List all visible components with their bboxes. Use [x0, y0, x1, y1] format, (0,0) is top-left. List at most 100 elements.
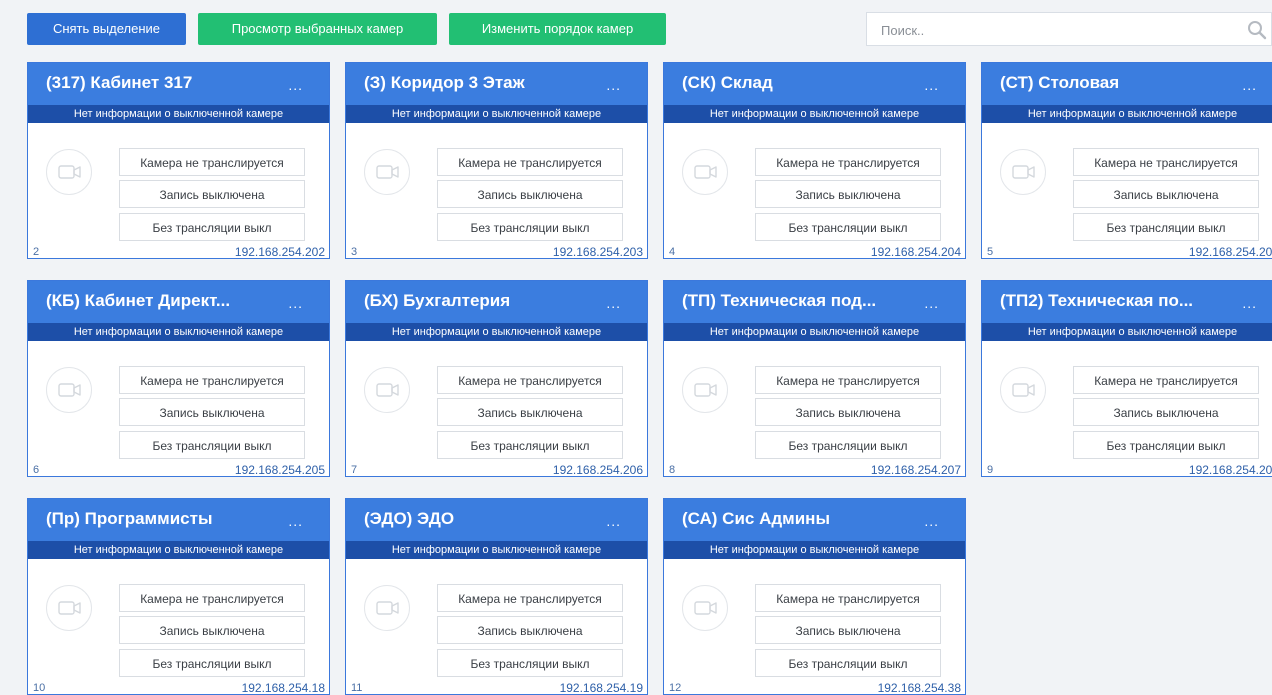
change-camera-order-button[interactable]: Изменить порядок камер [449, 13, 666, 45]
no-stream-status: Без трансляции выкл [755, 213, 941, 241]
camera-number: 2 [33, 246, 40, 258]
camera-menu-button[interactable]: ... [288, 77, 303, 93]
camera-placeholder [1000, 367, 1046, 413]
recording-status: Запись выключена [119, 616, 305, 644]
camera-card-header: (БХ) Бухгалтерия... [346, 281, 647, 323]
camera-card[interactable]: (СТ) Столовая... Нет информации о выключе… [981, 62, 1272, 259]
camera-card[interactable]: (СК) Склад... Нет информации о выключенно… [663, 62, 966, 259]
view-selected-cameras-button[interactable]: Просмотр выбранных камер [198, 13, 437, 45]
camera-card-header: (СА) Сис Админы... [664, 499, 965, 541]
camera-ip: 192.168.254.208 [1188, 463, 1272, 477]
camera-menu-button[interactable]: ... [606, 513, 621, 529]
camera-off-info: Нет информации о выключенной камере [982, 105, 1272, 123]
camera-number: 5 [987, 246, 994, 258]
stream-status: Камера не транслируется [119, 584, 305, 612]
camera-card[interactable]: (ЭДО) ЭДО... Нет информации о выключенной… [345, 498, 648, 695]
camera-off-info: Нет информации о выключенной камере [664, 541, 965, 559]
camera-title: (БХ) Бухгалтерия [364, 291, 511, 310]
camera-number: 8 [669, 464, 676, 476]
camera-number: 11 [351, 682, 363, 694]
camera-placeholder [1000, 149, 1046, 195]
stream-status: Камера не транслируется [1073, 148, 1259, 176]
camera-card-header: (КБ) Кабинет Директ...... [28, 281, 329, 323]
no-stream-status: Без трансляции выкл [119, 649, 305, 677]
no-stream-status: Без трансляции выкл [437, 431, 623, 459]
camera-placeholder [682, 585, 728, 631]
camera-off-info: Нет информации о выключенной камере [982, 323, 1272, 341]
video-camera-icon [1012, 383, 1035, 397]
camera-placeholder [364, 585, 410, 631]
camera-number: 3 [351, 246, 358, 258]
camera-menu-button[interactable]: ... [1242, 77, 1257, 93]
recording-status: Запись выключена [755, 398, 941, 426]
no-stream-status: Без трансляции выкл [1073, 213, 1259, 241]
camera-menu-button[interactable]: ... [288, 295, 303, 311]
stream-status: Камера не транслируется [755, 366, 941, 394]
no-stream-status: Без трансляции выкл [755, 431, 941, 459]
recording-status: Запись выключена [755, 616, 941, 644]
video-camera-icon [694, 383, 717, 397]
camera-card[interactable]: (ТП2) Техническая по...... Нет информации… [981, 280, 1272, 477]
camera-placeholder [682, 149, 728, 195]
camera-card[interactable]: (КБ) Кабинет Директ...... Нет информации … [27, 280, 330, 477]
deselect-button[interactable]: Снять выделение [27, 13, 186, 45]
camera-menu-button[interactable]: ... [1242, 295, 1257, 311]
video-camera-icon [58, 601, 81, 615]
recording-status: Запись выключена [437, 398, 623, 426]
video-camera-icon [376, 601, 399, 615]
camera-title: (З) Коридор 3 Этаж [364, 73, 525, 92]
camera-menu-button[interactable]: ... [924, 77, 939, 93]
camera-card[interactable]: (317) Кабинет 317... Нет информации о вык… [27, 62, 330, 259]
camera-title: (317) Кабинет 317 [46, 73, 193, 92]
search-input[interactable] [879, 13, 1243, 47]
camera-number: 10 [33, 682, 46, 694]
camera-title: (ТП) Техническая под... [682, 291, 877, 310]
camera-menu-button[interactable]: ... [288, 513, 303, 529]
camera-menu-button[interactable]: ... [924, 513, 939, 529]
video-camera-icon [694, 601, 717, 615]
camera-ip: 192.168.254.207 [870, 463, 961, 477]
camera-menu-button[interactable]: ... [606, 77, 621, 93]
camera-number: 12 [669, 682, 682, 694]
camera-menu-button[interactable]: ... [606, 295, 621, 311]
recording-status: Запись выключена [1073, 398, 1259, 426]
camera-card[interactable]: (З) Коридор 3 Этаж... Нет информации о вы… [345, 62, 648, 259]
camera-off-info: Нет информации о выключенной камере [664, 105, 965, 123]
toolbar: Снять выделение Просмотр выбранных камер… [0, 0, 1272, 62]
camera-menu-button[interactable]: ... [924, 295, 939, 311]
camera-off-info: Нет информации о выключенной камере [28, 105, 329, 123]
no-stream-status: Без трансляции выкл [437, 649, 623, 677]
camera-card[interactable]: (БХ) Бухгалтерия... Нет информации о выкл… [345, 280, 648, 477]
stream-status: Камера не транслируется [1073, 366, 1259, 394]
camera-ip: 192.168.254.205 [234, 463, 325, 477]
camera-card-header: (ТП2) Техническая по...... [982, 281, 1272, 323]
camera-number: 4 [669, 246, 676, 258]
camera-title: (СК) Склад [682, 73, 773, 92]
video-camera-icon [1012, 165, 1035, 179]
no-stream-status: Без трансляции выкл [437, 213, 623, 241]
video-camera-icon [376, 383, 399, 397]
camera-card[interactable]: (СА) Сис Админы... Нет информации о выклю… [663, 498, 966, 695]
stream-status: Камера не транслируется [437, 148, 623, 176]
camera-off-info: Нет информации о выключенной камере [664, 323, 965, 341]
camera-number: 6 [33, 464, 40, 476]
search-icon[interactable] [1247, 20, 1267, 40]
camera-title: (КБ) Кабинет Директ... [46, 291, 231, 310]
camera-card[interactable]: (Пр) Программисты... Нет информации о вык… [27, 498, 330, 695]
camera-title: (Пр) Программисты [46, 509, 213, 528]
camera-placeholder [46, 149, 92, 195]
stream-status: Камера не транслируется [119, 148, 305, 176]
recording-status: Запись выключена [1073, 180, 1259, 208]
camera-card-header: (Пр) Программисты... [28, 499, 329, 541]
camera-ip: 192.168.254.18 [241, 681, 325, 695]
camera-card[interactable]: (ТП) Техническая под...... Нет информации… [663, 280, 966, 477]
camera-placeholder [46, 585, 92, 631]
camera-placeholder [46, 367, 92, 413]
camera-title: (ЭДО) ЭДО [364, 509, 455, 528]
stream-status: Камера не транслируется [755, 148, 941, 176]
camera-ip: 192.168.254.202 [234, 245, 325, 259]
camera-title: (СА) Сис Админы [682, 509, 830, 528]
stream-status: Камера не транслируется [437, 584, 623, 612]
recording-status: Запись выключена [119, 180, 305, 208]
recording-status: Запись выключена [437, 180, 623, 208]
